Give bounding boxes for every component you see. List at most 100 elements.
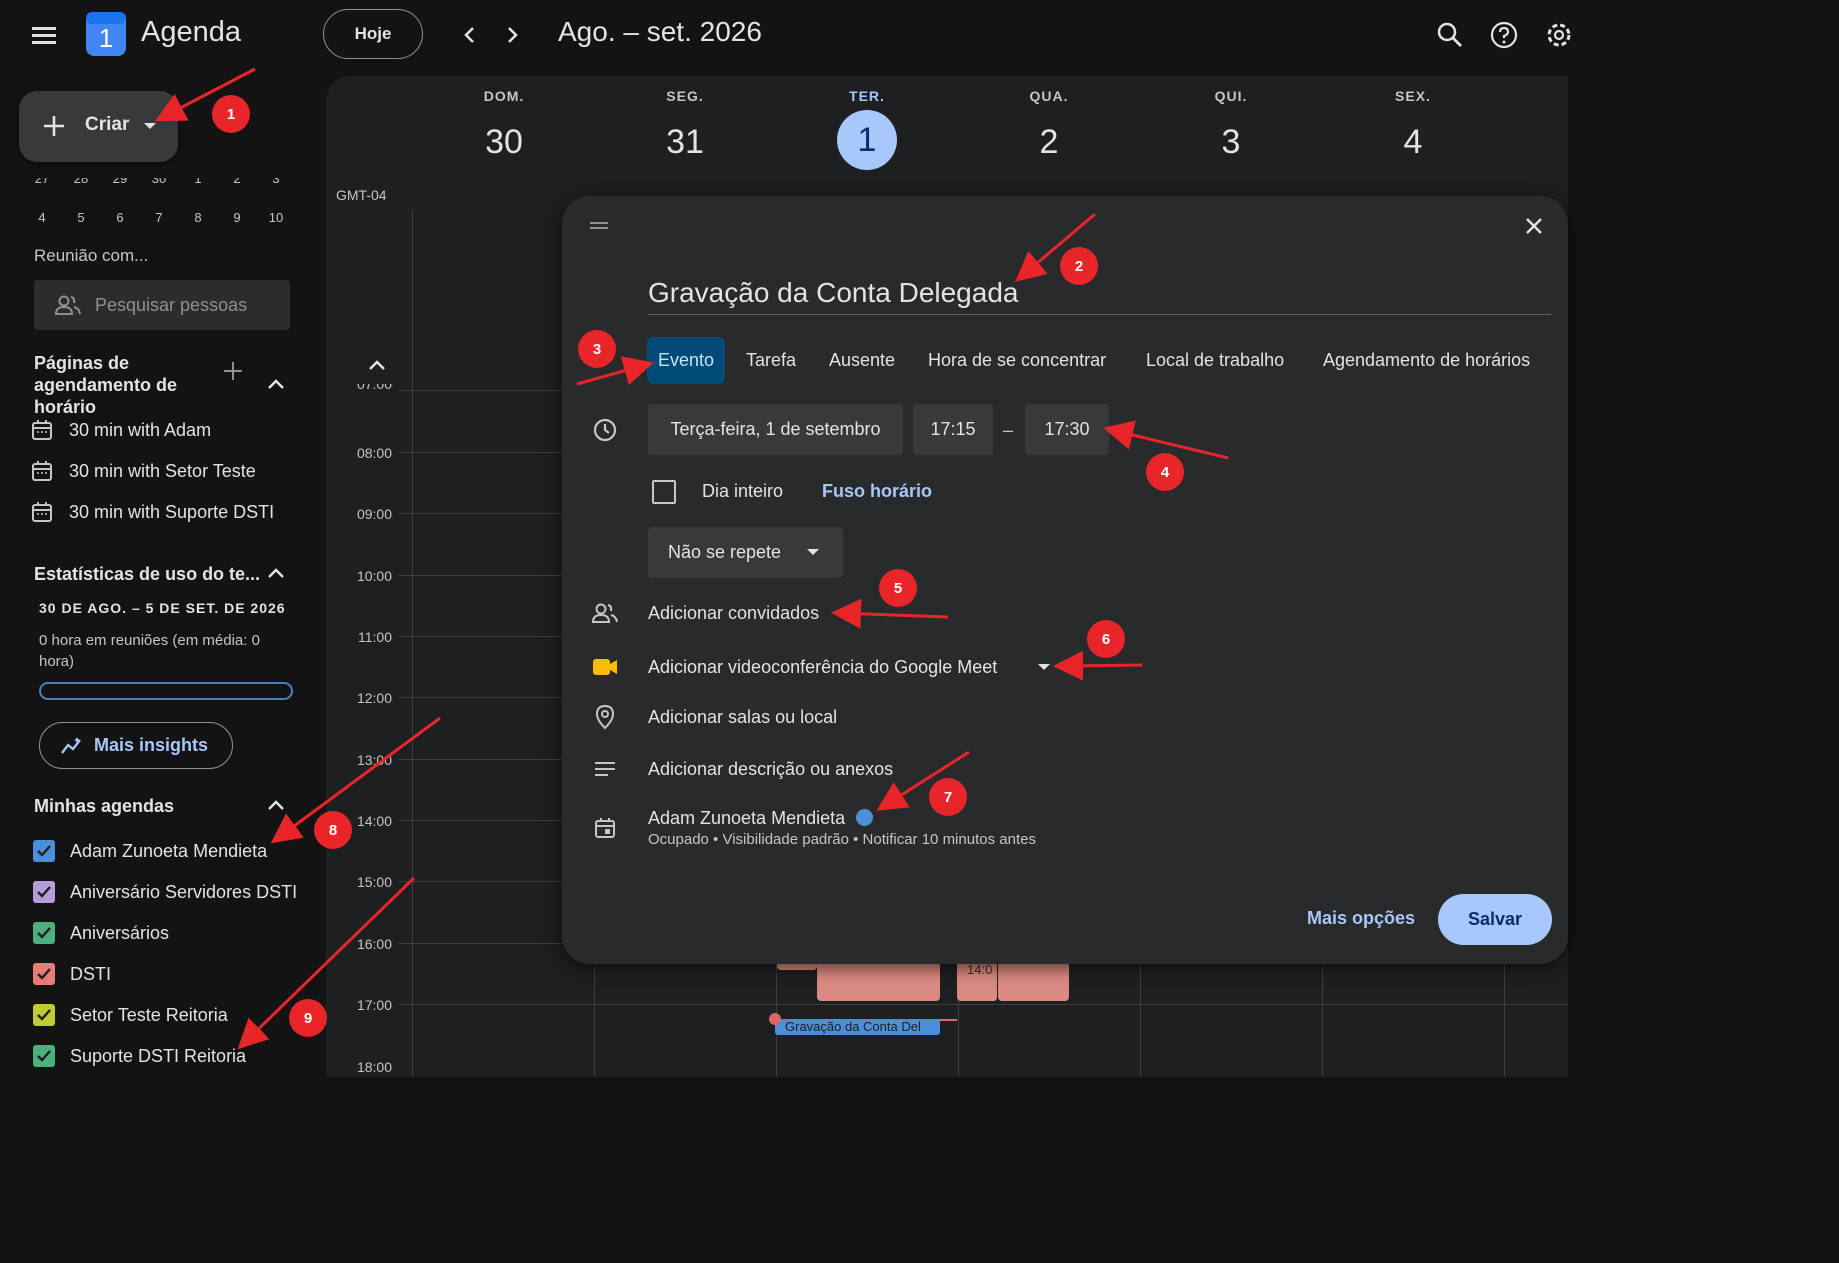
collapse-all-day-button[interactable] (366, 354, 388, 376)
day-header[interactable]: QUA. 2 (989, 88, 1109, 172)
day-header[interactable]: SEG. 31 (625, 88, 745, 172)
previous-week-button[interactable] (458, 22, 482, 48)
google-meet-icon (591, 656, 619, 678)
calendar-item[interactable]: Aniversários (33, 922, 169, 944)
add-booking-page-button[interactable] (222, 360, 244, 382)
day-header[interactable]: SEX. 4 (1353, 88, 1473, 172)
mini-day[interactable]: 4 (28, 210, 56, 225)
checkbox-checked[interactable] (33, 1004, 55, 1026)
main-menu-button[interactable] (24, 18, 64, 52)
checkbox-checked[interactable] (33, 1045, 55, 1067)
tab-tarefa[interactable]: Tarefa (735, 337, 807, 384)
mini-day[interactable]: 5 (67, 210, 95, 225)
hour-label: 17:00 (356, 997, 392, 1013)
collapse-stats-button[interactable] (265, 562, 287, 584)
calendar-item[interactable]: DSTI (33, 963, 111, 985)
mini-day[interactable]: 29 (106, 178, 134, 188)
day-header[interactable]: DOM. 30 (444, 88, 564, 172)
calendar-icon (593, 816, 617, 840)
hour-label: 13:00 (356, 752, 392, 768)
hour-label: 18:00 (356, 1059, 392, 1075)
all-day-checkbox[interactable] (652, 480, 676, 504)
checkbox-checked[interactable] (33, 963, 55, 985)
search-icon (1437, 22, 1462, 47)
calendar-item[interactable]: Setor Teste Reitoria (33, 1004, 228, 1026)
booking-item[interactable]: 30 min with Adam (30, 418, 211, 442)
calendar-item[interactable]: Aniversário Servidores DSTI (33, 881, 297, 903)
day-number-today[interactable]: 1 (837, 110, 897, 170)
day-header[interactable]: QUI. 3 (1171, 88, 1291, 172)
calendar-event[interactable]: 14:0 (957, 960, 998, 1001)
event-title-input[interactable]: Gravação da Conta Delegada (648, 277, 1018, 309)
check-icon (37, 886, 51, 898)
checkbox-checked[interactable] (33, 840, 55, 862)
add-location-button[interactable]: Adicionar salas ou local (648, 707, 837, 728)
calendar-item[interactable]: Suporte DSTI Reitoria (33, 1045, 246, 1067)
annotation-badge: 8 (314, 811, 352, 849)
mini-day[interactable]: 6 (106, 210, 134, 225)
collapse-my-calendars-button[interactable] (265, 794, 287, 816)
chevron-up-icon (268, 568, 284, 578)
add-meet-button[interactable]: Adicionar videoconferência do Google Mee… (648, 657, 997, 678)
add-description-button[interactable]: Adicionar descrição ou anexos (648, 759, 893, 780)
more-options-button[interactable]: Mais opções (1307, 908, 1415, 929)
booking-item-label: 30 min with Setor Teste (69, 460, 256, 481)
day-name: SEX. (1395, 88, 1431, 104)
tab-ausente[interactable]: Ausente (818, 337, 906, 384)
booking-section-title: Páginas de agendamento de horário (34, 353, 178, 417)
checkbox-checked[interactable] (33, 881, 55, 903)
annotation-badge: 5 (879, 569, 917, 607)
event-quick-create-dialog (562, 196, 1568, 964)
date-range-title: Ago. – set. 2026 (558, 16, 762, 47)
calendar-logo-icon: 1 (86, 12, 126, 56)
save-button[interactable]: Salvar (1438, 894, 1552, 945)
settings-button[interactable] (1544, 20, 1574, 50)
day-number[interactable]: 30 (444, 112, 564, 172)
event-settings-summary[interactable]: Ocupado • Visibilidade padrão • Notifica… (648, 831, 1036, 848)
timezone-link[interactable]: Fuso horário (822, 481, 932, 502)
tab-evento[interactable]: Evento (647, 337, 726, 384)
mini-day[interactable]: 3 (262, 178, 290, 188)
booking-item[interactable]: 30 min with Suporte DSTI (30, 500, 274, 524)
end-time-picker[interactable]: 17:30 (1025, 404, 1109, 455)
search-button[interactable] (1435, 20, 1465, 50)
day-number[interactable]: 3 (1171, 112, 1291, 172)
booking-item[interactable]: 30 min with Setor Teste (30, 459, 256, 483)
mini-day[interactable]: 1 (184, 178, 212, 188)
event-calendar-owner[interactable]: Adam Zunoeta Mendieta (648, 808, 845, 829)
caret-down-icon[interactable] (143, 122, 157, 130)
calendar-item[interactable]: Adam Zunoeta Mendieta (33, 840, 267, 862)
today-button[interactable]: Hoje (323, 9, 423, 59)
day-number[interactable]: 2 (989, 112, 1109, 172)
mini-day[interactable]: 2 (223, 178, 251, 188)
mini-day[interactable]: 27 (28, 178, 56, 188)
next-week-button[interactable] (500, 22, 524, 48)
calendar-event[interactable] (817, 960, 940, 1001)
tab-agendamento-horarios[interactable]: Agendamento de horários (1312, 337, 1541, 384)
add-guests-button[interactable]: Adicionar convidados (648, 603, 819, 624)
mini-day[interactable]: 10 (262, 210, 290, 225)
mini-day[interactable]: 30 (145, 178, 173, 188)
start-time-picker[interactable]: 17:15 (913, 404, 993, 455)
tab-hora-concentrar[interactable]: Hora de se concentrar (917, 337, 1117, 384)
meet-options-dropdown[interactable] (1037, 663, 1051, 671)
collapse-booking-button[interactable] (265, 373, 287, 395)
drag-handle-icon[interactable] (589, 218, 609, 232)
mini-day[interactable]: 9 (223, 210, 251, 225)
draft-event[interactable]: Gravação da Conta Del (775, 1019, 940, 1035)
calendar-event[interactable] (998, 960, 1069, 1001)
tab-local-trabalho[interactable]: Local de trabalho (1135, 337, 1295, 384)
mini-day[interactable]: 8 (184, 210, 212, 225)
chevron-right-icon (508, 27, 518, 43)
close-dialog-button[interactable] (1522, 214, 1546, 238)
day-number[interactable]: 31 (625, 112, 745, 172)
date-picker[interactable]: Terça-feira, 1 de setembro (648, 404, 903, 455)
help-button[interactable] (1489, 20, 1519, 50)
mini-day[interactable]: 28 (67, 178, 95, 188)
plus-icon (224, 362, 242, 380)
day-number[interactable]: 4 (1353, 112, 1473, 172)
mini-day[interactable]: 7 (145, 210, 173, 225)
checkbox-checked[interactable] (33, 922, 55, 944)
hour-label: 08:00 (356, 445, 392, 461)
day-header-today[interactable]: TER. 1 (807, 88, 927, 170)
